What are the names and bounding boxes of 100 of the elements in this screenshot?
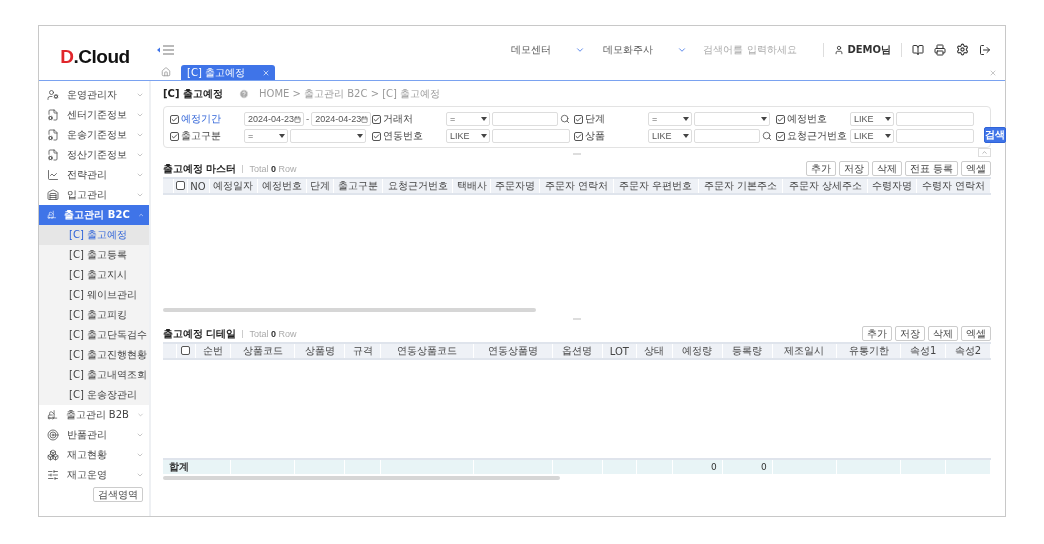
column-header[interactable]: 예정번호 [257, 178, 307, 194]
column-header[interactable]: 순번 [195, 343, 231, 359]
printer-icon[interactable] [934, 43, 946, 56]
sidebar-subitem[interactable]: [C] 출고피킹 [39, 305, 149, 325]
column-header[interactable]: 수령자명 [867, 178, 917, 194]
toolbar-button[interactable]: 삭제 [928, 326, 958, 341]
column-header[interactable]: 제조일시 [772, 343, 837, 359]
column-header[interactable]: 속성2 [945, 343, 991, 359]
toolbar-button[interactable]: 추가 [862, 326, 892, 341]
sidebar-item[interactable]: 운영관리자 [39, 85, 149, 105]
checkbox[interactable] [170, 131, 179, 141]
sidebar-subitem[interactable]: [C] 출고예정 [39, 225, 149, 245]
date-field[interactable]: 2024-04-23 [311, 112, 372, 126]
input-field[interactable] [492, 129, 570, 143]
chevron-down-icon[interactable] [136, 111, 144, 119]
column-header[interactable]: 수령자 연락처 [916, 178, 991, 194]
tab[interactable]: [C] 출고예정 [181, 65, 275, 80]
sidebar-item[interactable]: 입고관리 [39, 185, 149, 205]
sidebar-subitem[interactable]: [C] 출고단독검수 [39, 325, 149, 345]
sidebar-item[interactable]: 센터기준정보 [39, 105, 149, 125]
search-area-button[interactable]: 검색영역 [93, 487, 143, 502]
checkbox[interactable] [175, 180, 185, 190]
sidebar-item[interactable]: 전략관리 [39, 165, 149, 185]
column-header[interactable]: 주문자 연락처 [539, 178, 614, 194]
checkbox[interactable] [372, 131, 381, 141]
column-header[interactable]: LOT [602, 343, 637, 359]
column-header[interactable]: 상품명 [294, 343, 345, 359]
sidebar-subitem[interactable]: [C] 출고지시 [39, 265, 149, 285]
toolbar-button[interactable]: 엑셀 [961, 326, 991, 341]
search-icon[interactable] [762, 131, 772, 141]
calendar-icon[interactable] [294, 114, 301, 124]
help-icon[interactable] [239, 89, 249, 99]
selector-dropdown[interactable]: 데모화주사 [599, 42, 692, 57]
column-header[interactable]: 연동상품명 [473, 343, 553, 359]
operator-select[interactable]: = [648, 112, 692, 126]
date-field[interactable]: 2024-04-23 [244, 112, 304, 126]
chevron-down-icon[interactable] [136, 171, 144, 179]
column-header[interactable]: 속성1 [900, 343, 946, 359]
close-icon[interactable] [262, 68, 270, 77]
column-header[interactable]: 예정량 [672, 343, 723, 359]
sidebar-item[interactable]: 재고운영 [39, 465, 149, 485]
chevron-down-icon[interactable] [136, 471, 144, 479]
operator-select[interactable]: LIKE [446, 129, 490, 143]
column-header[interactable]: 주문자 기본주소 [698, 178, 783, 194]
column-header[interactable]: 상품코드 [230, 343, 295, 359]
settings-icon[interactable] [956, 43, 969, 56]
calendar-icon[interactable] [361, 114, 369, 124]
column-header[interactable]: 택배사 [452, 178, 491, 194]
column-header[interactable]: 상태 [636, 343, 673, 359]
sidebar-subitem[interactable]: [C] 출고진행현황 [39, 345, 149, 365]
selector-dropdown[interactable]: 데모센터 [507, 42, 590, 57]
sidebar-item[interactable]: 정산기준정보 [39, 145, 149, 165]
toolbar-button[interactable]: 저장 [895, 326, 925, 341]
operator-select[interactable]: = [244, 129, 288, 143]
search-icon[interactable] [560, 114, 570, 124]
sidebar-subitem[interactable]: [C] 웨이브관리 [39, 285, 149, 305]
logo[interactable]: D.Cloud [60, 46, 130, 68]
column-header[interactable]: 옵션명 [552, 343, 602, 359]
input-field[interactable] [896, 112, 974, 126]
column-header[interactable]: 유통기한 [836, 343, 901, 359]
checkbox[interactable] [776, 114, 785, 124]
toolbar-button[interactable]: 전표 등록 [904, 161, 958, 176]
toolbar-button[interactable]: 저장 [838, 161, 869, 176]
sidebar-item[interactable]: 반품관리 [39, 425, 149, 445]
column-header[interactable]: 연동상품코드 [380, 343, 474, 359]
column-header[interactable]: 등록량 [722, 343, 773, 359]
value-select[interactable] [694, 112, 770, 126]
sidebar-item[interactable]: 재고현황 [39, 445, 149, 465]
checkbox[interactable] [372, 114, 381, 124]
column-header[interactable]: 주문자명 [490, 178, 540, 194]
toolbar-button[interactable]: 삭제 [871, 161, 902, 176]
operator-select[interactable]: LIKE [648, 129, 692, 143]
column-header[interactable]: 주문자 우편번호 [613, 178, 699, 194]
checkbox[interactable] [181, 345, 191, 355]
checkbox[interactable] [574, 114, 583, 124]
column-header[interactable]: 단계 [306, 178, 334, 194]
chevron-down-icon[interactable] [136, 451, 144, 459]
column-header[interactable]: 출고구분 [333, 178, 383, 194]
operator-select[interactable]: = [446, 112, 490, 126]
input-field[interactable] [492, 112, 558, 126]
sidebar-subitem[interactable]: [C] 출고등록 [39, 245, 149, 265]
chevron-down-icon[interactable] [136, 431, 144, 439]
value-select[interactable] [290, 129, 366, 143]
chevron-up-icon[interactable] [137, 211, 144, 219]
menu-toggle-icon[interactable] [157, 44, 175, 55]
logout-icon[interactable] [979, 43, 991, 56]
operator-select[interactable]: LIKE [850, 129, 894, 143]
close-icon[interactable] [989, 69, 997, 77]
checkbox[interactable] [574, 131, 583, 141]
book-icon[interactable] [912, 43, 924, 56]
chevron-down-icon[interactable] [136, 411, 144, 419]
home-icon[interactable] [161, 67, 171, 77]
sidebar-item[interactable]: 운송기준정보 [39, 125, 149, 145]
operator-select[interactable]: LIKE [850, 112, 894, 126]
column-header[interactable]: 규격 [344, 343, 381, 359]
chevron-down-icon[interactable] [136, 131, 144, 139]
column-header[interactable]: 요청근거번호 [382, 178, 453, 194]
chevron-down-icon[interactable] [136, 151, 144, 159]
toolbar-button[interactable]: 엑셀 [961, 161, 991, 176]
toolbar-button[interactable]: 추가 [805, 161, 836, 176]
